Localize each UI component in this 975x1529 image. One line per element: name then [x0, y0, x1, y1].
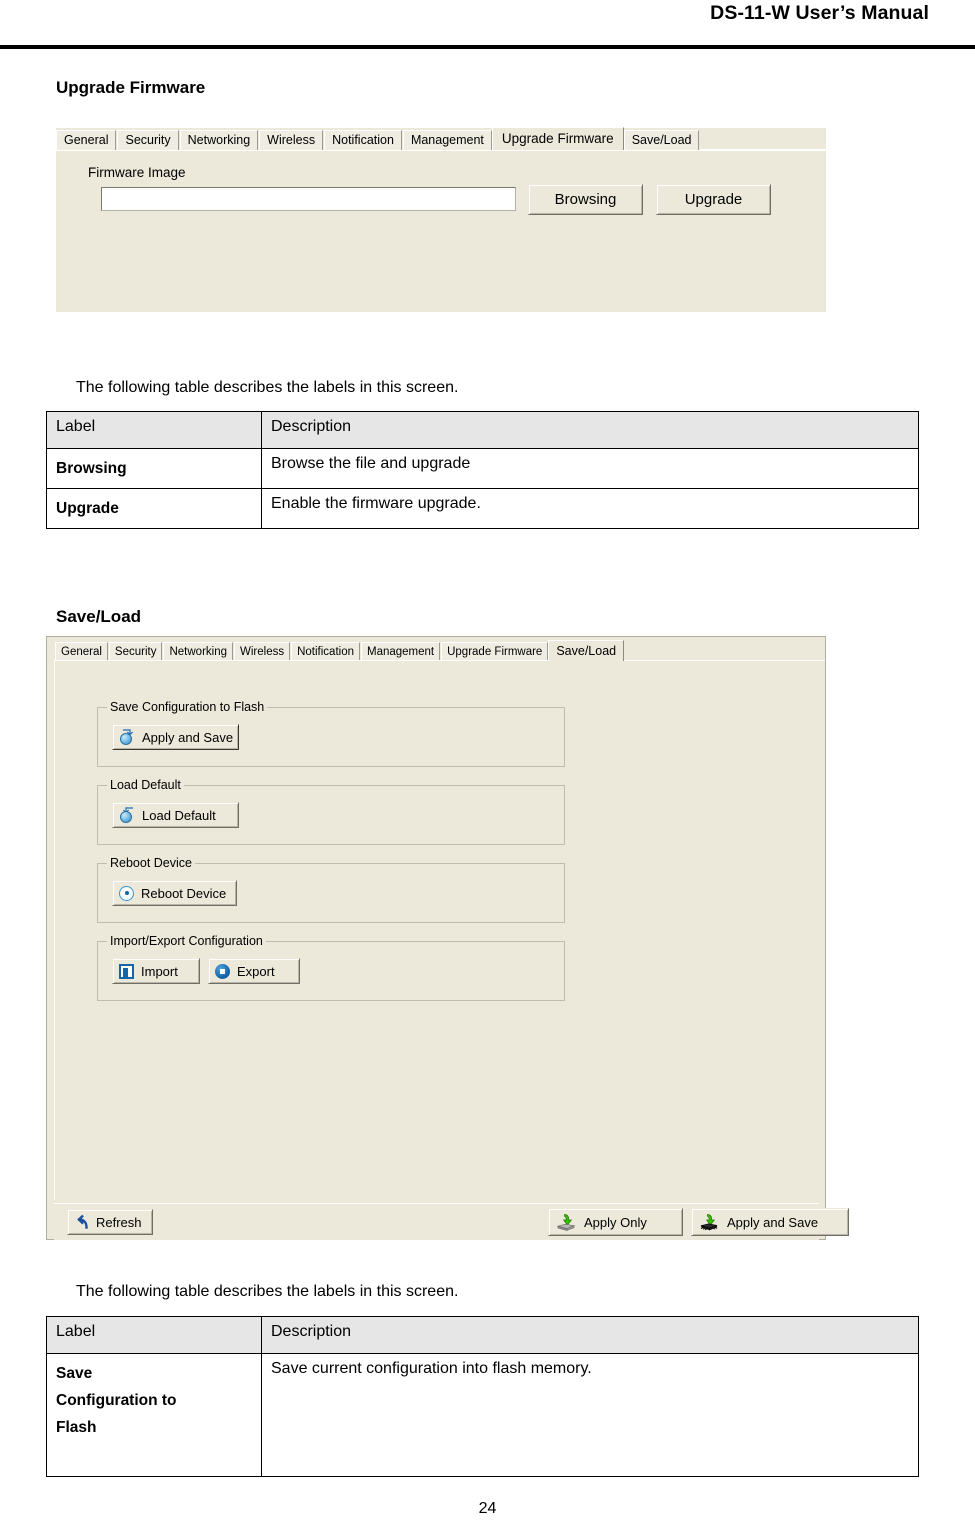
apply-only-button-label: Apply Only — [584, 1214, 647, 1230]
header-divider — [0, 45, 975, 49]
tab-wireless[interactable]: Wireless — [234, 642, 291, 661]
table-row: Save Configuration to Flash Save current… — [46, 1353, 919, 1477]
group-import-export-configuration: Import/Export Configuration Import Expor… — [97, 934, 565, 1001]
tabstrip-upgrade-firmware: General Security Networking Wireless Not… — [56, 127, 826, 150]
column-header-description: Description — [261, 1316, 919, 1354]
save-load-action-bar: Refresh Apply Only Apply and Save — [54, 1203, 849, 1240]
apply-and-save-button[interactable]: Apply and Save — [112, 724, 239, 750]
cell-label: Save Configuration to Flash — [46, 1353, 262, 1477]
apply-and-save-button-label: Apply and Save — [142, 729, 234, 745]
square-import-icon — [119, 963, 134, 979]
export-button[interactable]: Export — [208, 958, 300, 984]
green-arrow-chip-icon — [698, 1213, 720, 1231]
tab-upgrade-firmware[interactable]: Upgrade Firmware — [441, 642, 549, 661]
tab-notification[interactable]: Notification — [324, 130, 402, 150]
group-legend-import-export: Import/Export Configuration — [107, 934, 266, 948]
circle-export-icon — [215, 963, 230, 979]
cell-label: Browsing — [46, 447, 262, 490]
tab-upgrade-firmware[interactable]: Upgrade Firmware — [491, 127, 624, 150]
table-row: Upgrade Enable the firmware upgrade. — [46, 488, 919, 530]
tab-management[interactable]: Management — [402, 130, 492, 150]
tab-save-load[interactable]: Save/Load — [548, 640, 625, 661]
save-load-panel: General Security Networking Wireless Not… — [46, 636, 849, 1240]
table-header-row: Label Description — [46, 1316, 919, 1354]
ball-arrow-back-icon — [119, 807, 135, 823]
tab-management[interactable]: Management — [360, 642, 441, 661]
column-header-label: Label — [46, 1316, 262, 1354]
group-save-configuration-to-flash: Save Configuration to Flash Apply and Sa… — [97, 700, 565, 767]
group-legend-reboot-device: Reboot Device — [107, 856, 195, 870]
page-header: DS-11-W User’s Manual — [0, 0, 975, 49]
section-heading-upgrade-firmware: Upgrade Firmware — [56, 78, 206, 97]
tab-networking[interactable]: Networking — [163, 642, 233, 661]
intro-text-upgrade-firmware: The following table describes the labels… — [76, 379, 459, 396]
manual-title: DS-11-W User’s Manual — [710, 2, 929, 24]
firmware-image-input[interactable] — [101, 187, 516, 211]
tab-general[interactable]: General — [56, 130, 117, 150]
browsing-button[interactable]: Browsing — [528, 184, 643, 215]
tab-save-load[interactable]: Save/Load — [623, 130, 700, 150]
cell-description: Save current configuration into flash me… — [261, 1353, 919, 1477]
column-header-description: Description — [261, 411, 919, 449]
apply-and-save-button-label: Apply and Save — [727, 1214, 819, 1230]
tab-wireless[interactable]: Wireless — [259, 130, 324, 150]
group-legend-save-configuration: Save Configuration to Flash — [107, 700, 268, 714]
ball-arrow-icon — [119, 729, 135, 745]
group-load-default: Load Default Load Default — [97, 778, 565, 845]
ball-glyph — [120, 811, 132, 823]
page-number: 24 — [478, 1500, 497, 1517]
tab-notification[interactable]: Notification — [291, 642, 360, 661]
undo-arrow-icon — [74, 1214, 90, 1230]
column-header-label: Label — [46, 411, 262, 449]
tabstrip-filler — [624, 640, 825, 661]
tab-security[interactable]: Security — [117, 130, 179, 150]
power-radio-icon — [119, 885, 134, 901]
export-button-label: Export — [237, 963, 275, 979]
save-load-description-table: Label Description Save Configuration to … — [46, 1316, 919, 1477]
group-legend-load-default: Load Default — [107, 778, 184, 792]
intro-text-save-load: The following table describes the labels… — [76, 1283, 459, 1300]
upgrade-firmware-panel-body: Firmware Image Browsing Upgrade — [56, 150, 826, 312]
section-heading-save-load: Save/Load — [56, 607, 142, 626]
import-button-label: Import — [141, 963, 178, 979]
import-button[interactable]: Import — [112, 958, 200, 984]
refresh-button-label: Refresh — [96, 1214, 142, 1230]
table-row: Browsing Browse the file and upgrade — [46, 447, 919, 490]
reboot-device-button-label: Reboot Device — [141, 885, 227, 901]
tab-security[interactable]: Security — [108, 642, 163, 661]
ball-glyph — [120, 733, 132, 745]
tab-general[interactable]: General — [55, 642, 108, 661]
upgrade-button[interactable]: Upgrade — [656, 184, 771, 215]
upgrade-firmware-panel: General Security Networking Wireless Not… — [56, 127, 826, 312]
cell-label: Upgrade — [46, 488, 262, 530]
tabstrip-filler — [700, 129, 826, 150]
tab-networking[interactable]: Networking — [179, 130, 259, 150]
load-default-button[interactable]: Load Default — [112, 802, 239, 828]
refresh-button[interactable]: Refresh — [67, 1209, 153, 1235]
apply-only-button[interactable]: Apply Only — [548, 1208, 683, 1236]
group-reboot-device: Reboot Device Reboot Device — [97, 856, 565, 923]
save-load-panel-body: Save Configuration to Flash Apply and Sa… — [54, 660, 820, 1200]
green-arrow-disk-icon — [555, 1213, 577, 1231]
table-header-row: Label Description — [46, 411, 919, 449]
firmware-image-label: Firmware Image — [88, 165, 186, 180]
cell-description: Browse the file and upgrade — [261, 447, 919, 490]
upgrade-firmware-description-table: Label Description Browsing Browse the fi… — [46, 411, 919, 530]
cell-description: Enable the firmware upgrade. — [261, 488, 919, 530]
load-default-button-label: Load Default — [142, 807, 216, 823]
reboot-device-button[interactable]: Reboot Device — [112, 880, 237, 906]
tabstrip-save-load: General Security Networking Wireless Not… — [55, 639, 825, 661]
apply-and-save-button[interactable]: Apply and Save — [691, 1208, 849, 1236]
